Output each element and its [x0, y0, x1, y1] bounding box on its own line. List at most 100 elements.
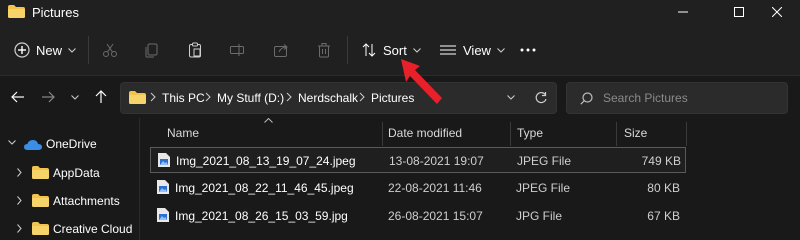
breadcrumb-this-pc[interactable]: This PC: [162, 91, 205, 105]
paste-button[interactable]: [187, 37, 203, 63]
file-type: JPEG File: [517, 154, 572, 168]
more-options-button[interactable]: [520, 37, 536, 63]
folder-icon: [32, 194, 49, 207]
chevron-right-icon[interactable]: [17, 196, 22, 205]
chevron-down-icon: [497, 47, 505, 53]
column-header-date[interactable]: Date modified: [388, 126, 462, 140]
file-date: 26-08-2021 15:07: [388, 209, 483, 223]
toolbar-divider: [88, 36, 89, 64]
file-name: Img_2021_08_22_11_46_45.jpeg: [175, 181, 354, 195]
column-header-type[interactable]: Type: [517, 126, 543, 140]
close-icon: [772, 7, 782, 17]
chevron-down-icon: [71, 94, 79, 100]
file-size: 749 KB: [641, 154, 681, 168]
column-header-size[interactable]: Size: [624, 126, 647, 140]
sidebar-item-label: OneDrive: [46, 137, 97, 151]
chevron-down-icon[interactable]: [507, 95, 515, 100]
scissors-icon: [103, 43, 117, 57]
chevron-down-icon: [412, 47, 421, 53]
chevron-right-icon: [359, 92, 365, 102]
search-placeholder: Search Pictures: [603, 91, 688, 105]
share-icon: [274, 44, 288, 57]
file-date: 22-08-2021 11:46: [388, 181, 482, 195]
file-size: 67 KB: [647, 209, 680, 223]
sidebar-item-label: Attachments: [53, 194, 120, 208]
arrow-right-icon: [42, 91, 55, 103]
back-button[interactable]: [8, 88, 28, 106]
column-header-row: Name Date modified Type Size: [140, 118, 800, 146]
file-date: 13-08-2021 19:07: [389, 154, 484, 168]
recent-locations-button[interactable]: [65, 88, 85, 106]
maximize-icon: [734, 7, 744, 17]
table-row[interactable]: Img_2021_08_22_11_46_45.jpeg 22-08-2021 …: [150, 175, 686, 201]
column-divider[interactable]: [616, 122, 617, 146]
new-button[interactable]: New: [14, 37, 76, 63]
column-divider[interactable]: [510, 122, 511, 146]
sidebar-item-creative-cloud[interactable]: Creative Cloud: [0, 217, 140, 240]
folder-icon: [129, 91, 146, 104]
sort-ascending-icon: [264, 118, 273, 123]
chevron-right-icon[interactable]: [17, 168, 22, 177]
search-icon: [580, 92, 593, 105]
cloud-icon: [24, 140, 42, 150]
minimize-icon: [678, 11, 688, 13]
column-divider[interactable]: [686, 122, 687, 146]
sidebar-item-appdata[interactable]: AppData: [0, 161, 140, 185]
breadcrumb-nerdschalk[interactable]: Nerdschalk: [298, 91, 358, 105]
column-header-name[interactable]: Name: [167, 126, 199, 140]
chevron-down-icon[interactable]: [8, 140, 16, 145]
address-bar[interactable]: This PC My Stuff (D:) Nerdschalk Picture…: [120, 82, 557, 114]
share-button[interactable]: [273, 37, 289, 63]
minimize-button[interactable]: [660, 0, 706, 24]
chevron-right-icon: [150, 92, 156, 102]
sort-icon: [362, 43, 376, 57]
rename-icon: [230, 44, 244, 56]
window-title: Pictures: [32, 5, 79, 20]
folder-icon: [32, 166, 49, 179]
sidebar-item-attachments[interactable]: Attachments: [0, 189, 140, 213]
copy-button[interactable]: [144, 37, 160, 63]
plus-icon: [14, 42, 30, 58]
toolbar-divider: [347, 36, 348, 64]
new-label: New: [36, 42, 63, 58]
rename-button[interactable]: [229, 37, 245, 63]
image-file-icon: [157, 208, 169, 222]
chevron-down-icon: [68, 47, 76, 53]
folder-icon: [8, 5, 25, 18]
chevron-right-icon: [286, 92, 292, 102]
table-row[interactable]: Img_2021_08_26_15_03_59.jpg 26-08-2021 1…: [150, 203, 686, 229]
cut-button[interactable]: [102, 37, 118, 63]
sidebar-item-label: Creative Cloud: [53, 222, 133, 236]
file-type: JPEG File: [516, 181, 571, 195]
annotation-arrow-icon: [401, 59, 442, 104]
table-row[interactable]: Img_2021_08_13_19_07_24.jpeg 13-08-2021 …: [150, 147, 686, 173]
folder-icon: [32, 222, 49, 235]
more-icon: [520, 48, 536, 52]
view-label: View: [463, 42, 491, 58]
forward-button[interactable]: [38, 88, 58, 106]
column-divider[interactable]: [382, 122, 383, 146]
trash-icon: [318, 43, 330, 58]
delete-button[interactable]: [316, 37, 332, 63]
chevron-right-icon[interactable]: [17, 224, 22, 233]
title-bar: Pictures: [0, 0, 800, 24]
image-file-icon: [158, 153, 170, 167]
navigation-pane: OneDrive AppData Attachments Creative Cl…: [0, 118, 140, 240]
arrow-left-icon: [11, 91, 24, 103]
refresh-icon[interactable]: [534, 91, 548, 105]
sidebar-item-onedrive[interactable]: OneDrive: [0, 132, 140, 156]
file-name: Img_2021_08_26_15_03_59.jpg: [175, 209, 348, 223]
arrow-up-icon: [95, 90, 107, 103]
file-type: JPG File: [516, 209, 563, 223]
close-button[interactable]: [754, 0, 800, 24]
file-size: 80 KB: [647, 181, 680, 195]
clipboard-icon: [189, 42, 201, 58]
file-name: Img_2021_08_13_19_07_24.jpeg: [176, 154, 356, 168]
image-file-icon: [157, 180, 169, 194]
view-list-icon: [440, 45, 456, 55]
chevron-right-icon: [205, 92, 211, 102]
copy-icon: [145, 43, 158, 58]
search-input[interactable]: Search Pictures: [566, 82, 788, 114]
up-button[interactable]: [91, 88, 111, 106]
breadcrumb-my-stuff[interactable]: My Stuff (D:): [217, 91, 284, 105]
